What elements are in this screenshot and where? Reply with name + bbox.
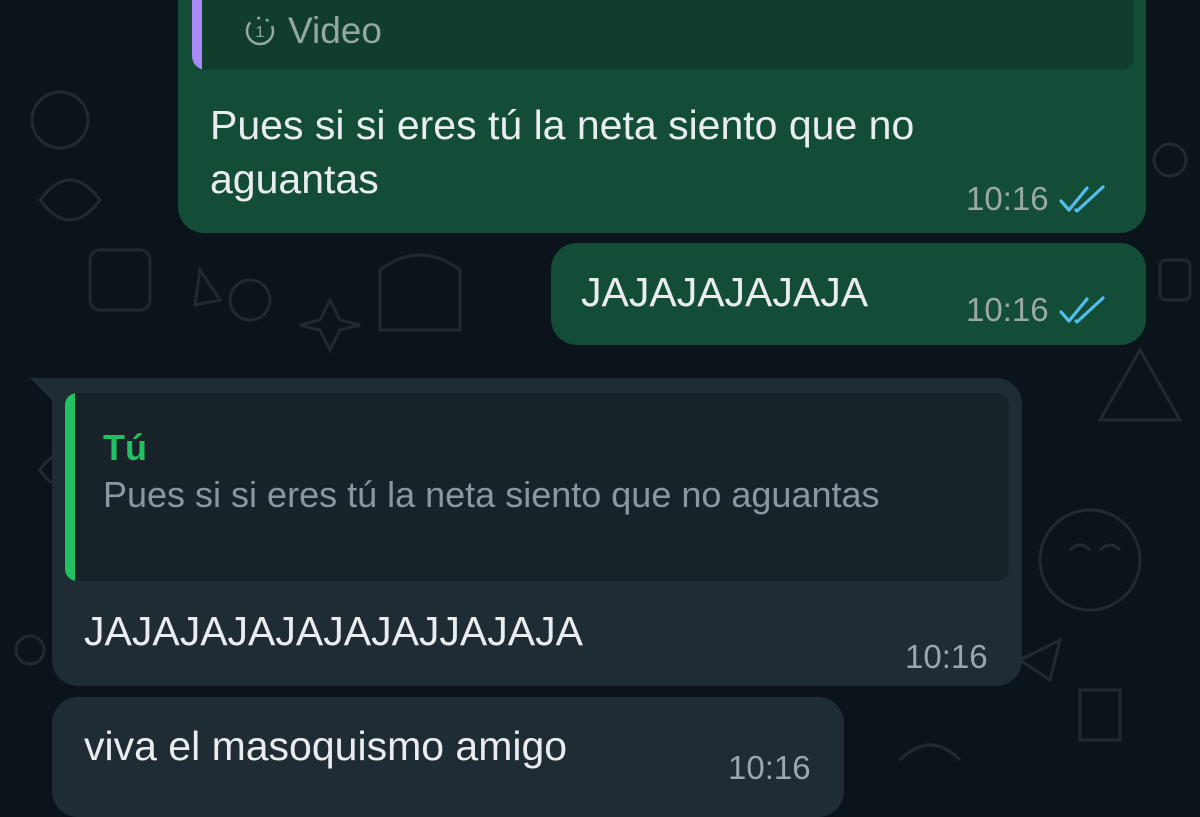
bubble-tail	[30, 378, 52, 400]
message-bubble-incoming[interactable]: Tú Pues si si eres tú la neta siento que…	[30, 378, 1022, 686]
quoted-message[interactable]: Tú Pues si si eres tú la neta siento que…	[65, 393, 1009, 581]
quoted-message-label: Video	[288, 10, 382, 51]
message-bubble-incoming[interactable]: viva el masoquismo amigo 10:16	[52, 697, 844, 817]
message-text: JAJAJAJAJAJA	[581, 269, 869, 315]
double-check-icon	[1058, 185, 1105, 213]
quoted-author: Tú	[103, 427, 147, 468]
quote-accent-bar	[192, 0, 202, 70]
quoted-message-text: Pues si si eres tú la neta siento que no…	[103, 474, 880, 515]
message-text: viva el masoquismo amigo	[84, 723, 568, 769]
quoted-message[interactable]: 1 Video	[192, 0, 1134, 70]
message-bubble-outgoing[interactable]: JAJAJAJAJAJA 10:16	[551, 243, 1146, 345]
message-bubble-outgoing[interactable]: 1 Video Pues si si eres tú la neta sient…	[178, 0, 1146, 233]
view-once-icon: 1	[245, 16, 275, 46]
svg-text:1: 1	[256, 24, 265, 41]
message-text: Pues si si eres tú la neta siento que no…	[210, 102, 915, 202]
message-text: JAJAJAJAJAJAJAJJAJAJA	[84, 608, 583, 654]
message-time: 10:16	[905, 638, 988, 675]
message-meta: 10:16	[966, 180, 1107, 218]
quote-accent-bar	[65, 393, 75, 581]
message-time: 10:16	[966, 291, 1049, 328]
message-time: 10:16	[966, 180, 1049, 217]
message-meta: 10:16	[966, 291, 1107, 329]
message-time: 10:16	[728, 749, 811, 786]
double-check-icon	[1058, 296, 1105, 324]
